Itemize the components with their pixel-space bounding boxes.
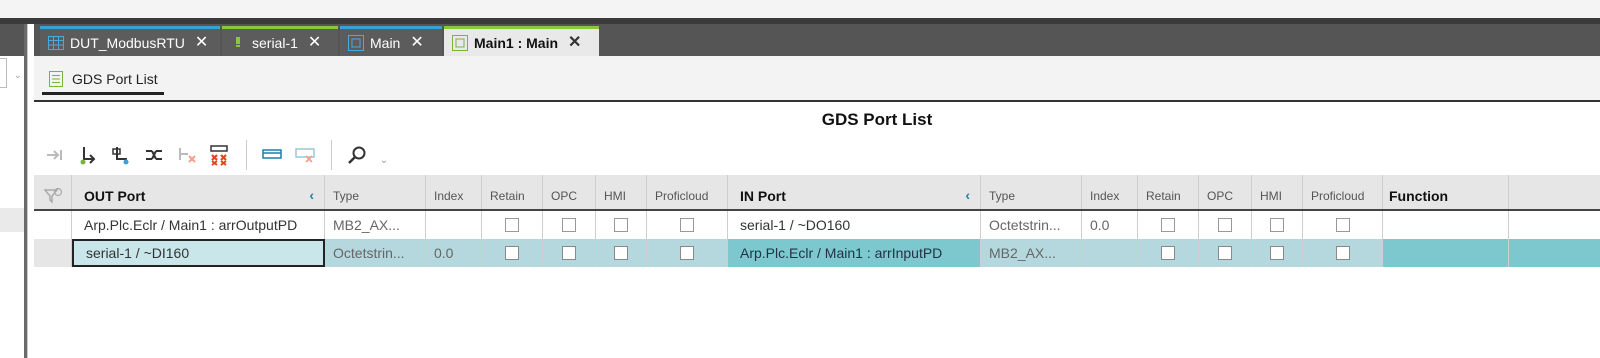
col-out-proficloud[interactable]: Proficloud: [647, 175, 728, 209]
add-out-port-icon[interactable]: [77, 144, 99, 166]
out-port-cell[interactable]: serial-1 / ~DI160: [72, 239, 325, 267]
list-icon: [49, 71, 63, 87]
ungroup-icon[interactable]: [294, 144, 316, 166]
in-retain-checkbox[interactable]: [1138, 211, 1199, 239]
remove-icon[interactable]: [176, 144, 198, 166]
instance-icon: [452, 34, 468, 51]
row-header[interactable]: [34, 211, 72, 239]
tab-label: serial-1: [252, 34, 298, 51]
col-in-type[interactable]: Type: [981, 175, 1082, 209]
table-row[interactable]: Arp.Plc.Eclr / Main1 : arrOutputPD MB2_A…: [34, 211, 1600, 240]
close-icon[interactable]: ✕: [308, 34, 321, 51]
chevron-down-icon[interactable]: ⌄: [14, 70, 22, 81]
left-pane-header: [0, 24, 27, 56]
out-type-cell[interactable]: MB2_AX...: [325, 211, 426, 239]
search-icon[interactable]: [346, 144, 368, 166]
tab-label: Main: [370, 34, 401, 51]
collapse-out-icon[interactable]: ‹: [309, 187, 314, 203]
col-in-opc[interactable]: OPC: [1199, 175, 1252, 209]
col-in-index[interactable]: Index: [1082, 175, 1138, 209]
col-out-hmi[interactable]: HMI: [596, 175, 647, 209]
tab-label: Main1 : Main: [474, 34, 559, 51]
tab-label: DUT_ModbusRTU: [70, 34, 185, 51]
out-opc-checkbox[interactable]: [543, 239, 596, 267]
left-pane-dropdown[interactable]: [0, 58, 7, 88]
toolbar-divider: [331, 140, 332, 170]
filter-icon[interactable]: [34, 175, 72, 209]
in-hmi-checkbox[interactable]: [1252, 239, 1303, 267]
close-icon[interactable]: ✕: [568, 34, 581, 51]
left-pane-selected-item[interactable]: [0, 208, 24, 232]
col-out-port[interactable]: OUT Port ‹: [72, 175, 325, 209]
window-top-strip: [0, 0, 1600, 18]
out-port-cell[interactable]: Arp.Plc.Eclr / Main1 : arrOutputPD: [72, 211, 325, 239]
col-in-proficloud[interactable]: Proficloud: [1303, 175, 1383, 209]
in-proficloud-checkbox[interactable]: [1303, 211, 1383, 239]
col-in-hmi[interactable]: HMI: [1252, 175, 1303, 209]
out-retain-checkbox[interactable]: [482, 211, 543, 239]
group-icon[interactable]: [261, 144, 283, 166]
col-out-index[interactable]: Index: [426, 175, 482, 209]
device-icon: [230, 35, 246, 51]
toolbar-divider: [246, 140, 247, 170]
in-port-cell[interactable]: Arp.Plc.Eclr / Main1 : arrInputPD: [728, 239, 981, 267]
tab-dut-modbusrtu[interactable]: DUT_ModbusRTU ✕: [40, 26, 220, 56]
editor-tab-bar: DUT_ModbusRTU ✕ serial-1 ✕ Main ✕ Main1 …: [34, 24, 1600, 56]
page-title: GDS Port List: [821, 110, 933, 129]
col-in-port[interactable]: IN Port ‹: [728, 175, 981, 209]
in-retain-checkbox[interactable]: [1138, 239, 1199, 267]
in-index-cell[interactable]: 0.0: [1082, 211, 1138, 239]
out-index-cell[interactable]: [426, 211, 482, 239]
row-filler: [1509, 239, 1600, 267]
in-type-cell[interactable]: Octetstrin...: [981, 211, 1082, 239]
close-icon[interactable]: ✕: [410, 34, 423, 51]
out-retain-checkbox[interactable]: [482, 239, 543, 267]
tab-main[interactable]: Main ✕: [340, 26, 442, 56]
function-cell[interactable]: [1383, 239, 1509, 267]
in-opc-checkbox[interactable]: [1199, 239, 1252, 267]
add-in-port-icon[interactable]: [110, 144, 132, 166]
col-out-retain[interactable]: Retain: [482, 175, 543, 209]
col-in-port-label: IN Port: [740, 188, 786, 204]
table-header: OUT Port ‹ Type Index Retain OPC HMI Pro…: [34, 175, 1600, 211]
connect-icon[interactable]: [44, 144, 66, 166]
in-index-cell[interactable]: [1082, 239, 1138, 267]
collapse-in-icon[interactable]: ‹: [965, 187, 970, 203]
col-out-type[interactable]: Type: [325, 175, 426, 209]
sub-tab-bar: GDS Port List: [34, 56, 1600, 102]
tab-main1-main[interactable]: Main1 : Main ✕: [444, 26, 599, 56]
out-opc-checkbox[interactable]: [543, 211, 596, 239]
function-cell[interactable]: [1383, 211, 1509, 239]
in-hmi-checkbox[interactable]: [1252, 211, 1303, 239]
pane-splitter[interactable]: [24, 24, 27, 358]
sub-tab-label: GDS Port List: [72, 71, 158, 87]
row-header[interactable]: [34, 239, 72, 267]
col-out-opc[interactable]: OPC: [543, 175, 596, 209]
in-type-cell[interactable]: MB2_AX...: [981, 239, 1082, 267]
program-icon: [348, 34, 364, 51]
out-proficloud-checkbox[interactable]: [647, 211, 728, 239]
left-pane: ⌄: [0, 24, 28, 358]
toolbar: ⌄: [44, 140, 400, 170]
col-function[interactable]: Function: [1383, 175, 1509, 209]
out-hmi-checkbox[interactable]: [596, 211, 647, 239]
out-proficloud-checkbox[interactable]: [647, 239, 728, 267]
swap-icon[interactable]: [143, 144, 165, 166]
col-in-retain[interactable]: Retain: [1138, 175, 1199, 209]
in-opc-checkbox[interactable]: [1199, 211, 1252, 239]
out-type-cell[interactable]: Octetstrin...: [325, 239, 426, 267]
tab-gds-port-list[interactable]: GDS Port List: [42, 66, 164, 95]
search-options-chevron-icon[interactable]: ⌄: [379, 149, 389, 171]
table-row-selected[interactable]: serial-1 / ~DI160 Octetstrin... 0.0 Arp.…: [34, 239, 1600, 267]
out-hmi-checkbox[interactable]: [596, 239, 647, 267]
out-index-cell[interactable]: 0.0: [426, 239, 482, 267]
tab-serial-1[interactable]: serial-1 ✕: [222, 26, 338, 56]
col-out-port-label: OUT Port: [84, 188, 146, 204]
table-icon: [48, 35, 64, 51]
in-proficloud-checkbox[interactable]: [1303, 239, 1383, 267]
close-icon[interactable]: ✕: [195, 34, 208, 51]
delete-all-icon[interactable]: [209, 144, 231, 166]
in-port-cell[interactable]: serial-1 / ~DO160: [728, 211, 981, 239]
gds-port-list-panel: GDS Port List GDS Port List ⌄ OUT Port ‹…: [34, 56, 1600, 358]
